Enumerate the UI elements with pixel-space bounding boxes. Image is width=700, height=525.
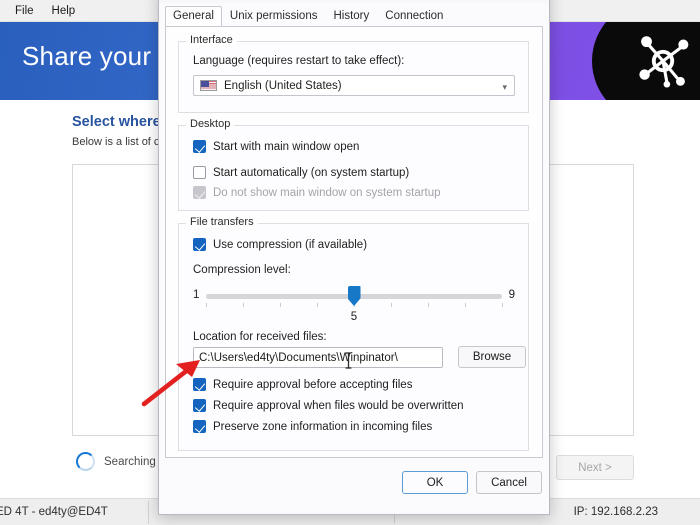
checkbox-label: Use compression (if available) (213, 238, 368, 251)
tab-page-general: Interface Language (requires restart to … (165, 26, 543, 458)
tab-unix-permissions[interactable]: Unix permissions (222, 6, 326, 27)
checkbox-use-compression[interactable]: Use compression (if available) (193, 238, 367, 251)
checkbox-preserve-zone-info[interactable]: Preserve zone information in incoming fi… (193, 420, 432, 433)
tab-general[interactable]: General (165, 6, 222, 27)
checkbox-require-approval-overwrite[interactable]: Require approval when files would be ove… (193, 399, 464, 412)
next-button[interactable]: Next > (556, 455, 634, 480)
dialog-title: Preferences (159, 0, 227, 1)
group-desktop: Desktop Start with main window open Star… (178, 118, 529, 211)
cancel-button[interactable]: Cancel (476, 471, 542, 494)
checkbox-label: Start automatically (on system startup) (213, 166, 410, 179)
preferences-dialog: Preferences ✕ General Unix permissions H… (158, 0, 550, 515)
checkbox-indicator[interactable] (193, 140, 206, 153)
group-interface: Interface Language (requires restart to … (178, 34, 529, 113)
location-input-value: C:\Users\ed4ty\Documents\Winpinator\ (199, 351, 398, 364)
checkbox-label: Preserve zone information in incoming fi… (213, 420, 433, 433)
checkbox-require-approval-accept[interactable]: Require approval before accepting files (193, 378, 412, 391)
network-nodes-logo-icon (639, 36, 689, 88)
slider-value-label: 5 (350, 311, 358, 323)
chevron-down-icon: ▾ (502, 82, 507, 92)
ok-button[interactable]: OK (402, 471, 468, 494)
dialog-titlebar: Preferences ✕ (159, 0, 549, 3)
compression-level-label: Compression level: (193, 264, 291, 276)
slider-tick (502, 303, 503, 307)
tab-connection[interactable]: Connection (377, 6, 451, 27)
language-select[interactable]: English (United States) ▾ (193, 75, 515, 96)
location-label: Location for received files: (193, 331, 327, 343)
slider-min-label: 1 (193, 289, 200, 301)
language-selected-value: English (United States) (224, 79, 342, 92)
checkbox-label: Require approval when files would be ove… (213, 399, 464, 412)
close-icon[interactable]: ✕ (515, 0, 549, 3)
checkbox-start-with-main-window[interactable]: Start with main window open (193, 140, 359, 153)
slider-max-label: 9 (508, 289, 515, 301)
checkbox-label: Require approval before accepting files (213, 378, 413, 391)
group-interface-title: Interface (186, 34, 237, 46)
slider-tick (317, 303, 318, 307)
us-flag-icon (200, 80, 217, 91)
checkbox-indicator[interactable] (193, 238, 206, 251)
slider-tick (280, 303, 281, 307)
checkbox-indicator (193, 186, 206, 199)
slider-tick (243, 303, 244, 307)
language-label: Language (requires restart to take effec… (193, 55, 405, 67)
checkbox-indicator[interactable] (193, 166, 206, 179)
hero-title: Share your f (22, 41, 167, 71)
slider-tick (391, 303, 392, 307)
status-bar-ip-label: IP: 192.168.2.23 (573, 506, 658, 518)
checkbox-indicator[interactable] (193, 420, 206, 433)
checkbox-label: Start with main window open (213, 140, 360, 153)
dialog-tabstrip: General Unix permissions History Connect… (165, 5, 543, 27)
slider-tick (206, 303, 207, 307)
checkbox-indicator[interactable] (193, 378, 206, 391)
location-input[interactable]: C:\Users\ed4ty\Documents\Winpinator\ (193, 347, 443, 368)
checkbox-indicator[interactable] (193, 399, 206, 412)
browse-button[interactable]: Browse (458, 346, 526, 368)
checkbox-start-automatically[interactable]: Start automatically (on system startup) (193, 166, 409, 179)
dialog-button-row: OK Cancel (159, 465, 549, 505)
page-subtitle: Below is a list of c (72, 136, 160, 148)
checkbox-label: Do not show main window on system startu… (213, 186, 441, 199)
compression-level-slider[interactable]: 1 9 5 (193, 284, 515, 330)
group-file-transfers-title: File transfers (186, 216, 258, 228)
status-bar-device-label: ED 4T - ed4ty@ED4T (0, 506, 108, 518)
slider-tick (428, 303, 429, 307)
tab-history[interactable]: History (325, 6, 377, 27)
group-file-transfers: File transfers Use compression (if avail… (178, 216, 529, 451)
slider-tick (465, 303, 466, 307)
status-bar-divider (148, 501, 149, 524)
group-desktop-title: Desktop (186, 118, 235, 130)
menu-item-file[interactable]: File (6, 3, 43, 19)
menu-item-help[interactable]: Help (43, 3, 85, 19)
page-title: Select where (72, 114, 161, 130)
checkbox-hide-main-window-on-startup: Do not show main window on system startu… (193, 186, 441, 199)
